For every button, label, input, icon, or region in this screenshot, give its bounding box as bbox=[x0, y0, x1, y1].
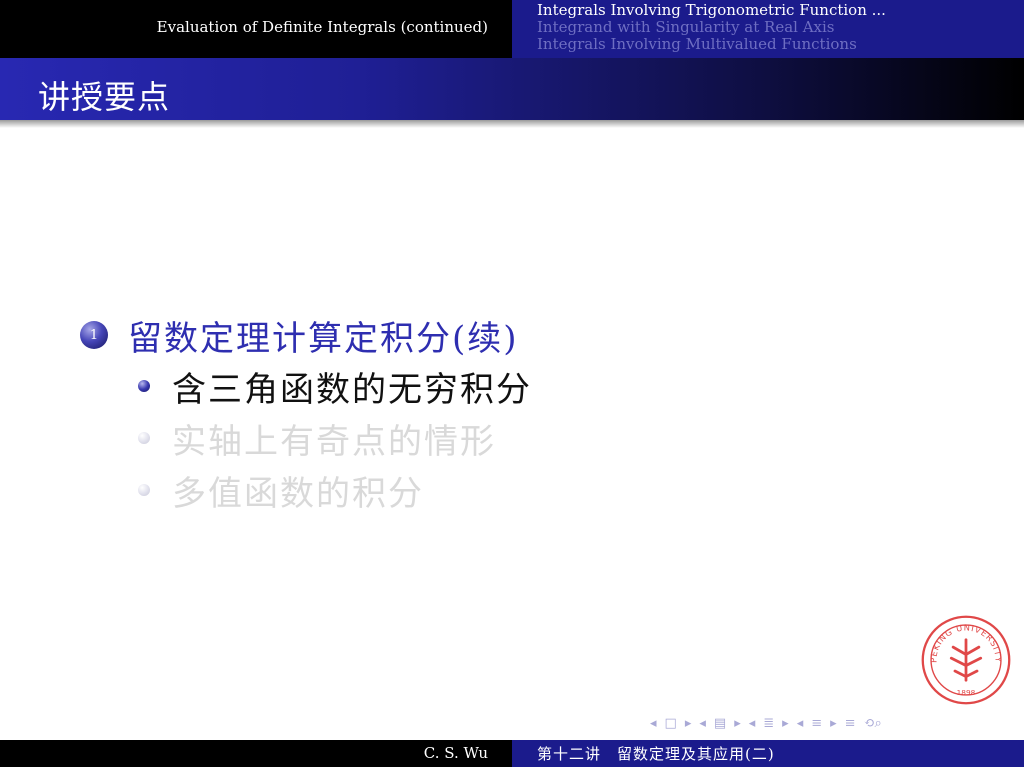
subsection-link-singularity[interactable]: Integrand with Singularity at Real Axis bbox=[537, 19, 886, 36]
nav-doc-prev-icon[interactable]: ◂ bbox=[797, 716, 804, 731]
header-section-area: Evaluation of Definite Integrals (contin… bbox=[0, 0, 512, 58]
enumerate-item-label: 留数定理计算定积分(续) bbox=[128, 318, 519, 359]
header-bar: Evaluation of Definite Integrals (contin… bbox=[0, 0, 1024, 58]
nav-section-prev-icon[interactable]: ◂ bbox=[749, 716, 756, 731]
nav-frame-next-icon[interactable]: ▸ bbox=[685, 716, 692, 731]
sub-item-list: 含三角函数的无穷积分 实轴上有奇点的情形 多值函数的积分 bbox=[138, 360, 532, 516]
enumerate-item: 1 留数定理计算定积分(续) bbox=[80, 310, 532, 360]
nav-frame-prev-icon[interactable]: ◂ bbox=[650, 716, 657, 731]
frame-title-shadow bbox=[0, 120, 1024, 128]
nav-doc-next-icon[interactable]: ▸ bbox=[830, 716, 837, 731]
subsection-link-trigonometric[interactable]: Integrals Involving Trigonometric Functi… bbox=[537, 2, 886, 19]
university-seal-logo: PEKING UNIVERSITY 1898 bbox=[921, 615, 1011, 705]
subsection-list: Integrals Involving Trigonometric Functi… bbox=[537, 2, 886, 53]
nav-subsection-prev-icon[interactable]: ◂ bbox=[699, 716, 706, 731]
nav-subsection-icon[interactable]: ▤ bbox=[714, 716, 726, 731]
sub-item-multivalued: 多值函数的积分 bbox=[138, 464, 532, 516]
footer-bar: C. S. Wu 第十二讲 留数定理及其应用(二) bbox=[0, 740, 1024, 767]
enumerate-ball-icon: 1 bbox=[80, 321, 108, 349]
sub-item-label: 多值函数的积分 bbox=[172, 473, 424, 514]
slide-content: 1 留数定理计算定积分(续) 含三角函数的无穷积分 实轴上有奇点的情形 多值函数… bbox=[80, 310, 532, 516]
frame-title-bar: 讲授要点 bbox=[0, 58, 1024, 120]
nav-doc-icon[interactable]: ≡ bbox=[811, 716, 822, 731]
header-subsection-area: Integrals Involving Trigonometric Functi… bbox=[512, 0, 1024, 58]
sub-item-trigonometric: 含三角函数的无穷积分 bbox=[138, 360, 532, 412]
bullet-icon bbox=[138, 432, 150, 444]
sub-item-singularity: 实轴上有奇点的情形 bbox=[138, 412, 532, 464]
lecture-title: 第十二讲 留数定理及其应用(二) bbox=[537, 745, 775, 763]
subsection-link-multivalued[interactable]: Integrals Involving Multivalued Function… bbox=[537, 36, 886, 53]
enumerate-number: 1 bbox=[89, 327, 99, 343]
sub-item-label: 实轴上有奇点的情形 bbox=[172, 421, 496, 462]
footer-author-area: C. S. Wu bbox=[0, 740, 512, 767]
nav-section-icon[interactable]: ≣ bbox=[763, 716, 774, 731]
section-title-link[interactable]: Evaluation of Definite Integrals (contin… bbox=[157, 18, 488, 36]
nav-section-next-icon[interactable]: ▸ bbox=[782, 716, 789, 731]
sub-item-label: 含三角函数的无穷积分 bbox=[172, 369, 532, 410]
svg-text:1898: 1898 bbox=[957, 688, 976, 697]
beamer-navigation: ◂ □ ▸ ◂ ▤ ▸ ◂ ≣ ▸ ◂ ≡ ▸ ≡ ⟲⌕ bbox=[650, 716, 890, 731]
nav-outline-icon[interactable]: ≡ bbox=[845, 716, 856, 731]
author-name: C. S. Wu bbox=[423, 744, 488, 762]
nav-subsection-next-icon[interactable]: ▸ bbox=[734, 716, 741, 731]
nav-search-icon[interactable]: ⟲⌕ bbox=[864, 716, 882, 731]
bullet-icon bbox=[138, 484, 150, 496]
bullet-icon bbox=[138, 380, 150, 392]
nav-frame-icon[interactable]: □ bbox=[665, 716, 677, 731]
frame-title: 讲授要点 bbox=[38, 78, 171, 116]
footer-title-area: 第十二讲 留数定理及其应用(二) bbox=[512, 740, 1024, 767]
